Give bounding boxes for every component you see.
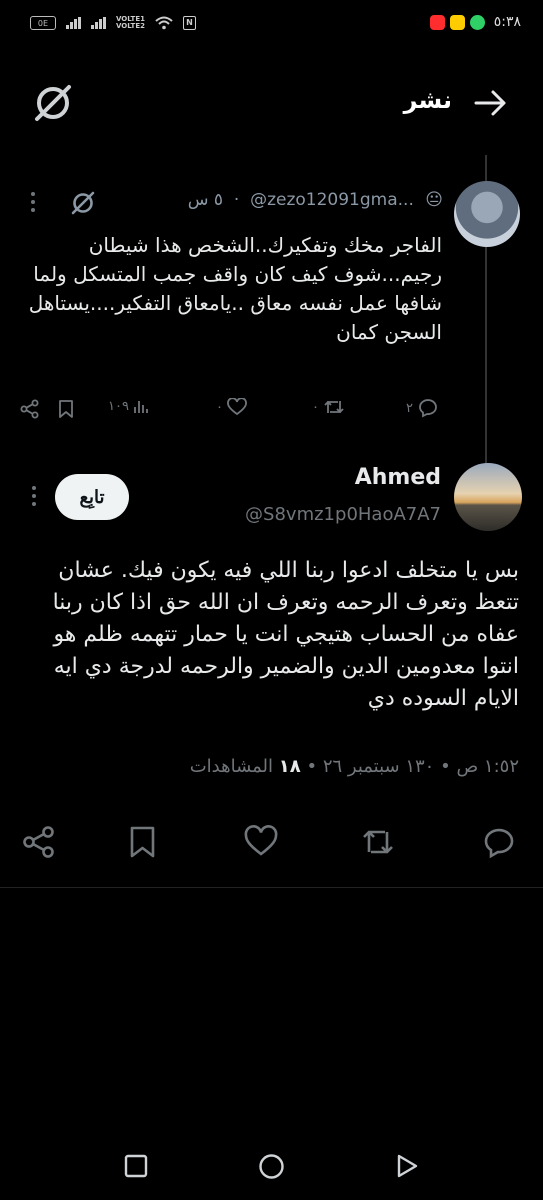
wifi-icon xyxy=(155,16,173,30)
arrow-right-icon[interactable] xyxy=(473,86,509,120)
post-date: ١٣٠ سبتمبر ٢٦ xyxy=(322,756,435,777)
recents-square-icon[interactable] xyxy=(124,1154,148,1178)
retweet-count: ٠ xyxy=(312,399,319,415)
reply-meta: ٥ س · @zezo12091gma... 😐 xyxy=(187,190,443,210)
page-title: نشر xyxy=(403,86,452,114)
views-button[interactable]: ١٠٩ xyxy=(108,398,149,414)
views-label[interactable]: المشاهدات xyxy=(190,756,273,777)
like-button[interactable]: ٠ xyxy=(216,398,247,416)
follow-button[interactable]: تابِع xyxy=(55,474,129,520)
more-options-icon[interactable] xyxy=(30,192,36,212)
reply-button[interactable]: ٢ xyxy=(406,398,439,418)
home-circle-icon[interactable] xyxy=(258,1153,285,1180)
share-icon[interactable] xyxy=(22,825,56,859)
x-logo-small-icon xyxy=(71,191,95,215)
signal-icon xyxy=(66,17,81,29)
battery-icon: 0E xyxy=(30,16,56,30)
bookmark-icon[interactable] xyxy=(58,399,74,419)
heart-icon[interactable] xyxy=(244,825,278,859)
views-count-main: ١٨ xyxy=(278,756,301,777)
retweet-button[interactable]: ٠ xyxy=(312,398,345,416)
comment-icon[interactable] xyxy=(482,825,516,859)
author-name[interactable]: Ahmed xyxy=(355,465,441,490)
more-options-icon-2[interactable] xyxy=(31,486,37,506)
status-time: ٥:٣٨ xyxy=(493,14,521,30)
status-bar: 0E VOLTE1 VOLTE2 N ٥:٣٨ xyxy=(0,0,543,52)
views-icon xyxy=(134,401,148,413)
bookmark-icon[interactable] xyxy=(126,825,160,859)
post-meta: ١:٥٢ ص • ١٣٠ سبتمبر ٢٦ • ١٨ المشاهدات xyxy=(189,756,519,777)
author-avatar[interactable] xyxy=(454,463,522,531)
back-triangle-icon[interactable] xyxy=(396,1154,418,1178)
heart-icon xyxy=(227,398,247,416)
post-time: ١:٥٢ ص xyxy=(456,756,519,777)
reply-time: ٥ س xyxy=(187,190,224,210)
divider xyxy=(0,887,543,888)
reply-actions: ١٠٩ ٠ ٠ ٢ xyxy=(20,395,440,421)
status-right: ٥:٣٨ xyxy=(429,14,521,30)
youtube-icon xyxy=(429,14,445,30)
volte-label: VOLTE1 VOLTE2 xyxy=(116,15,145,30)
retweet-icon xyxy=(324,400,344,414)
share-icon[interactable] xyxy=(20,399,40,419)
nfc-icon: N xyxy=(182,16,196,30)
reply-text: الفاجر مخك وتفكيرك..الشخص هذا شيطان رجيم… xyxy=(28,233,442,344)
reply-emoji: 😐 xyxy=(425,190,443,210)
status-left: 0E VOLTE1 VOLTE2 N xyxy=(30,16,196,30)
views-count: ١٠٩ xyxy=(108,398,129,414)
post-actions xyxy=(0,820,543,864)
avatar[interactable] xyxy=(454,181,520,247)
whatsapp-icon xyxy=(469,14,485,30)
header xyxy=(0,60,543,150)
comment-icon xyxy=(419,399,437,418)
retweet-icon[interactable] xyxy=(361,825,395,859)
system-nav-bar xyxy=(0,1135,543,1200)
reply-count: ٢ xyxy=(406,400,413,416)
author-handle[interactable]: @S8vmz1p0HaoA7A7 xyxy=(245,504,441,525)
reply-handle[interactable]: @zezo12091gma... xyxy=(250,190,414,210)
snapchat-icon xyxy=(449,14,465,30)
signal-icon-2 xyxy=(91,17,106,29)
like-count: ٠ xyxy=(216,399,223,415)
post-text: بس يا متخلف ادعوا ربنا اللي فيه يكون فيك… xyxy=(52,558,519,711)
x-logo-icon[interactable] xyxy=(32,82,74,124)
